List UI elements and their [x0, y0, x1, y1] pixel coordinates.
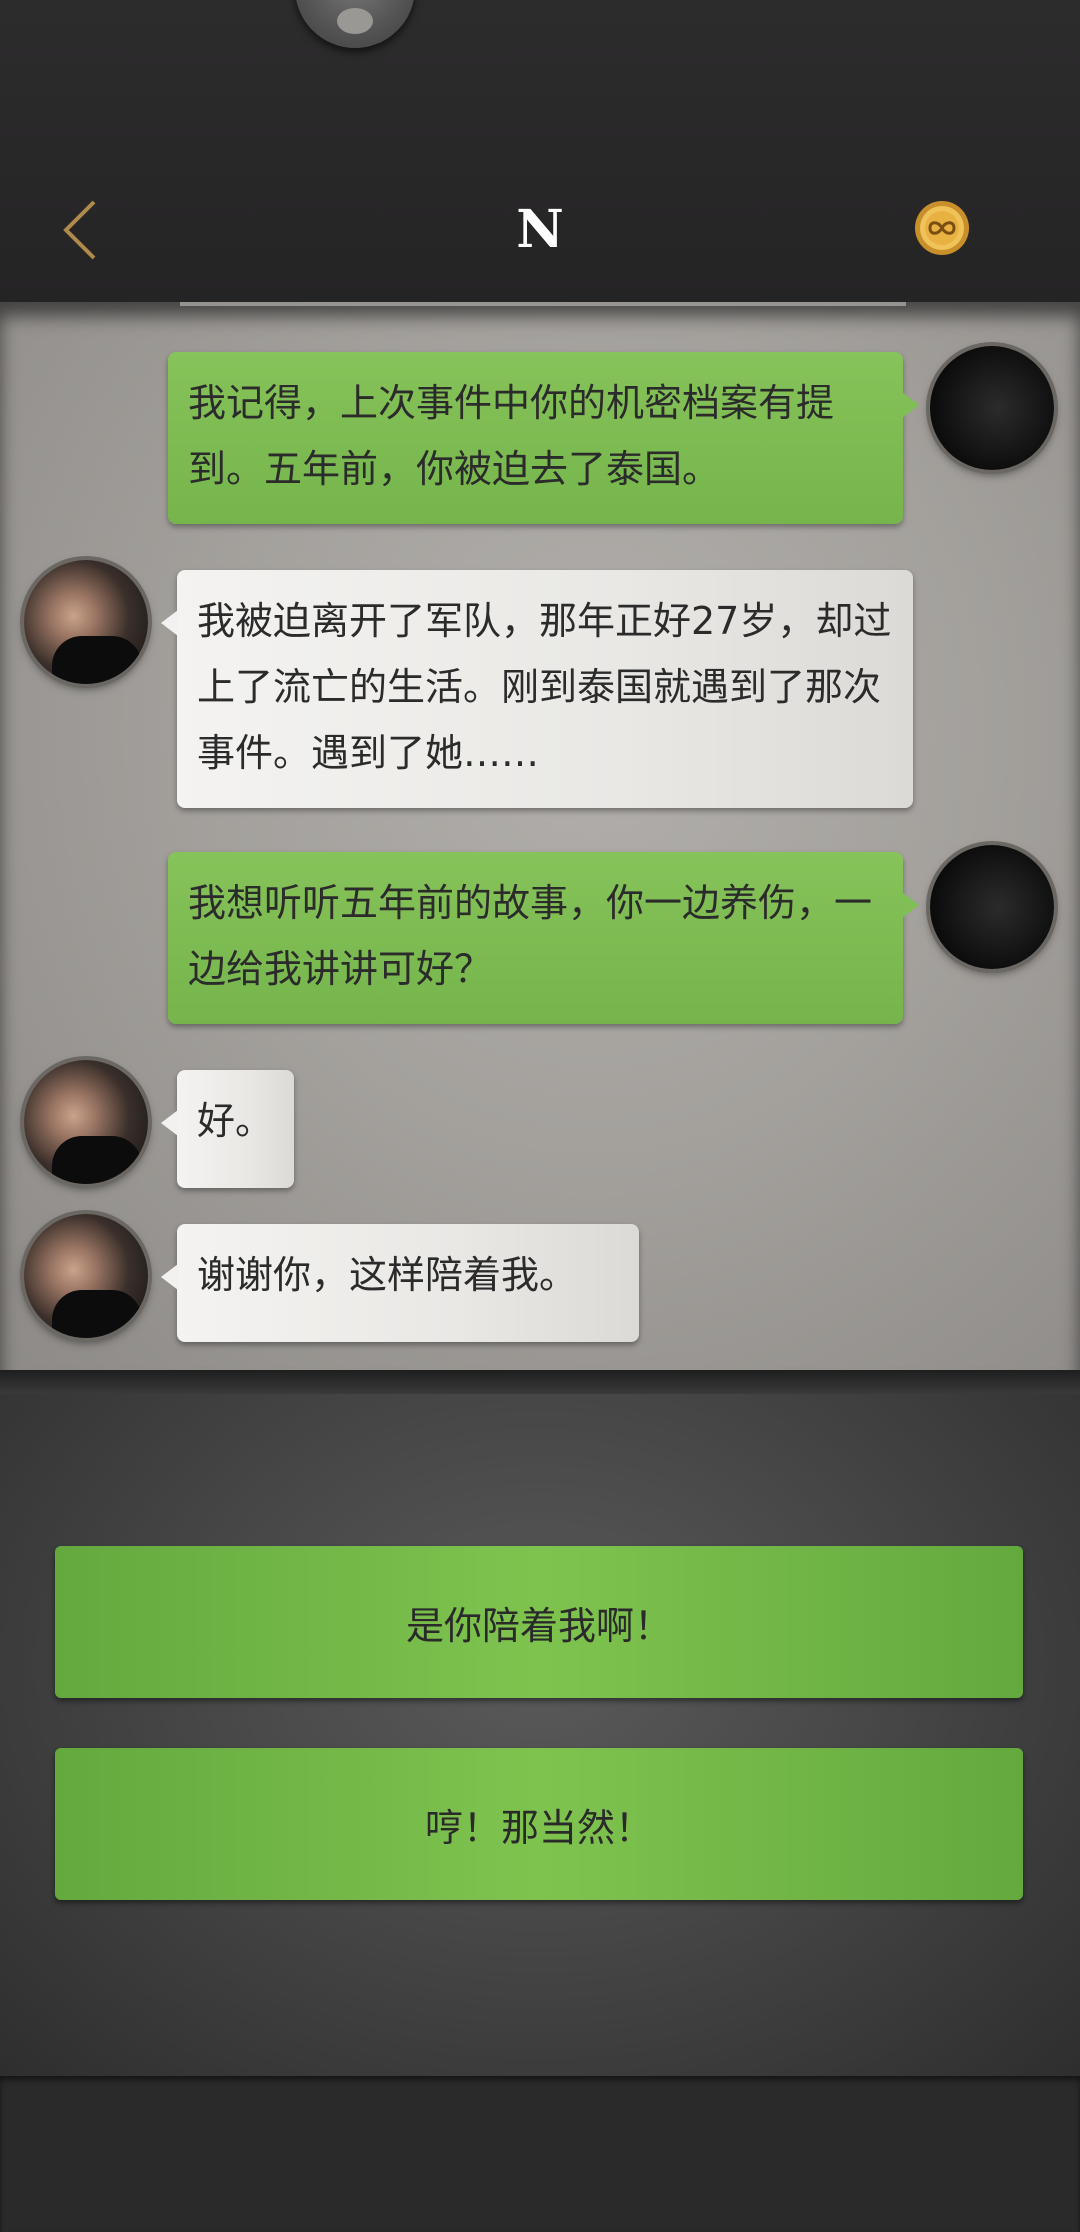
- message-bubble-self: 我想听听五年前的故事，你一边养伤，一边给我讲讲可好？: [168, 852, 919, 1024]
- choice-panel: 是你陪着我啊！ 哼！那当然！: [0, 1394, 1080, 2076]
- message-bubble-contact: 好。: [161, 1070, 294, 1188]
- contact-avatar[interactable]: [24, 1060, 148, 1184]
- chat-area[interactable]: 我记得，上次事件中你的机密档案有提到。五年前，你被迫去了泰国。 我被迫离开了军队…: [0, 302, 1080, 1374]
- avatar-shirt: [52, 1290, 142, 1338]
- message-bubble-self: 我记得，上次事件中你的机密档案有提到。五年前，你被迫去了泰国。: [168, 352, 919, 524]
- infinity-coin-icon: [915, 201, 969, 255]
- self-avatar[interactable]: [930, 346, 1054, 470]
- contact-avatar[interactable]: [24, 560, 148, 684]
- choice-button-2[interactable]: 哼！那当然！: [55, 1748, 1023, 1900]
- message-bubble-contact: 我被迫离开了军队，那年正好27岁，却过上了流亡的生活。刚到泰国就遇到了那次事件。…: [161, 570, 913, 808]
- header-bar: N: [0, 0, 1080, 302]
- avatar-shirt: [52, 636, 142, 684]
- choice-button-1[interactable]: 是你陪着我啊！: [55, 1546, 1023, 1698]
- mascot-face-icon: [337, 8, 373, 34]
- avatar-shirt: [52, 1136, 142, 1184]
- message-bubble-contact: 谢谢你，这样陪着我。: [161, 1224, 639, 1342]
- self-avatar[interactable]: [930, 845, 1054, 969]
- infinity-coin-button[interactable]: [912, 198, 972, 258]
- contact-avatar[interactable]: [24, 1214, 148, 1338]
- panel-divider: [0, 1370, 1080, 1394]
- mascot-avatar: [295, 0, 415, 48]
- divider: [180, 302, 906, 306]
- footer-bar: [0, 2076, 1080, 2232]
